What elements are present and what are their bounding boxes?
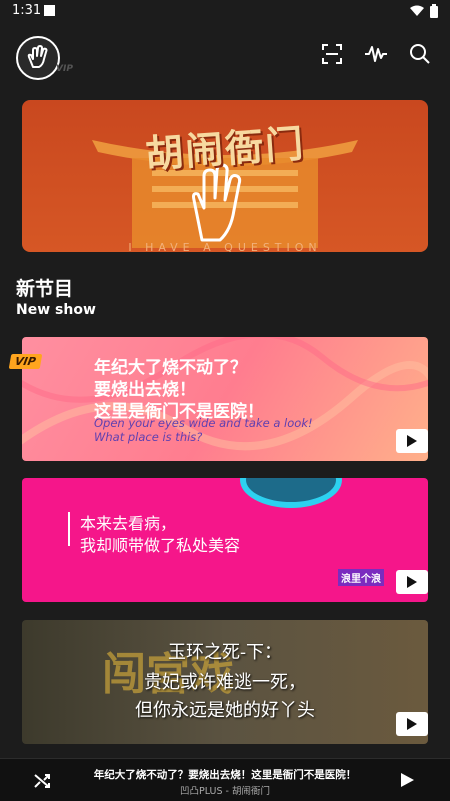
status-time: 1:31 [12,3,42,18]
now-playing-subtitle: 凹凸PLUS - 胡闹衙门 [180,786,270,797]
play-button-1[interactable] [396,429,428,453]
featured-banner[interactable]: 胡闹衙门 I HAVE A QUESTION [22,100,428,252]
card-2-divider [68,512,70,546]
card-2-line-2: 我却顺带做了私处美容 [80,536,241,555]
app-logo[interactable] [16,36,60,80]
card-3-line-3: 但你永远是她的好丫头 [135,700,315,721]
play-icon[interactable] [398,771,416,789]
now-playing-bar[interactable]: 年纪大了烧不动了？要烧出去烧！这里是衙门不是医院！ 凹凸PLUS - 胡闹衙门 [0,758,450,801]
now-playing-title: 年纪大了烧不动了？要烧出去烧！这里是衙门不是医院！ [93,769,357,781]
card-2-logo: 浪里个浪 [338,569,384,586]
card-1-en-line-2: What place is this? [94,430,203,444]
play-button-2[interactable] [396,570,428,594]
wifi-icon [410,5,424,16]
search-icon[interactable] [408,42,432,66]
battery-icon [430,4,438,18]
status-icons [410,4,438,18]
show-card-2[interactable]: 本来去看病， 我却顺带做了私处美容 浪里个浪 [22,478,428,602]
audio-wave-icon[interactable] [364,42,388,66]
vip-badge: VIP [8,354,42,369]
section-subtitle: New show [16,302,96,318]
top-bar: VIP [0,28,450,84]
wave-decoration [240,478,342,508]
card-3-line-2: 贵妃或许难逃一死， [144,672,306,693]
play-icon [407,435,417,447]
section-title: 新节目 [16,278,74,300]
scan-icon[interactable] [320,42,344,66]
card-2-line-1: 本来去看病， [80,514,177,533]
banner-subtitle: I HAVE A QUESTION [128,241,322,252]
logo-vip-badge: VIP [56,64,73,74]
status-bar: 1:31 [0,0,450,24]
notification-icon [44,5,55,16]
card-3-line-1: 玉环之死-下： [167,642,283,663]
hand-icon [27,45,48,68]
play-icon [407,576,417,588]
top-actions [320,42,432,66]
card-1-en-line-1: Open your eyes wide and take a look! [94,416,313,430]
play-icon [407,718,417,730]
play-button-3[interactable] [396,712,428,736]
show-card-1[interactable]: 年纪大了烧不动了？ 要烧出去烧！ 这里是衙门不是医院！ Open your ey… [22,337,428,461]
show-card-3[interactable]: 闯宫戏 玉环之死-下： 贵妃或许难逃一死， 但你永远是她的好丫头 [22,620,428,744]
